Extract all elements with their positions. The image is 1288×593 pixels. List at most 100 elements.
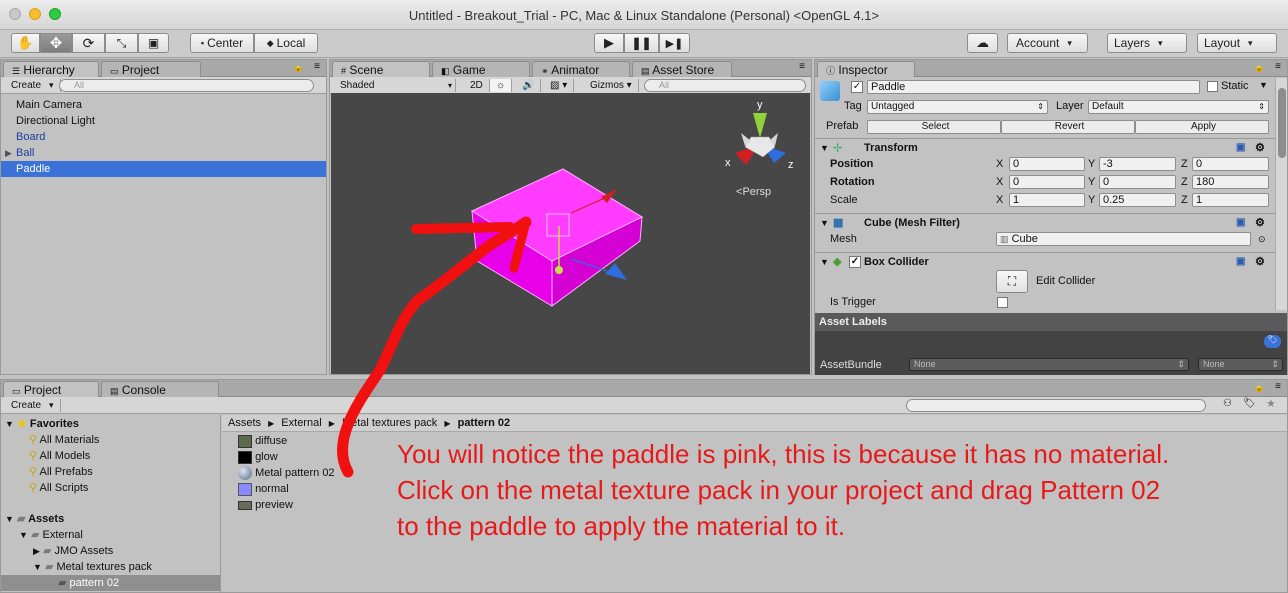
static-checkbox[interactable] [1207,81,1218,92]
mesh-filter-header[interactable]: ▼ ▦ Cube (Mesh Filter) ▣ ⚙ [815,213,1287,231]
lighting-toggle[interactable]: ☼ [490,79,513,92]
expand-arrow-icon[interactable]: ▶ [5,145,12,161]
hierarchy-item-directional-light[interactable]: Directional Light [1,113,326,129]
play-button[interactable]: ▶ [594,33,624,53]
tab-asset-store[interactable]: ▤ Asset Store [632,61,732,77]
position-x-field[interactable]: 0 [1009,157,1085,171]
prefab-apply-button[interactable]: Apply [1135,120,1269,134]
tab-game[interactable]: ◧ Game [432,61,530,77]
file-metal-pattern-02[interactable]: Metal pattern 02 [238,465,335,481]
gizmos-dropdown[interactable]: Gizmos ▾ [584,79,639,92]
tree-folder-metal-textures-pack[interactable]: ▼ ▰ Metal textures pack [33,559,152,575]
scene-search-input[interactable]: All [644,79,806,92]
panel-menu-icon[interactable]: ≡ [1275,381,1281,392]
step-button[interactable]: ▶❚ [659,33,690,53]
pause-button[interactable]: ❚❚ [624,33,659,53]
lock-icon[interactable]: 🔒 [1254,382,1265,393]
file-glow[interactable]: glow [238,449,278,465]
scale-tool-button[interactable]: ⤡ [105,33,138,53]
scene-canvas[interactable] [331,93,810,374]
breadcrumb-assets[interactable]: Assets [228,417,261,429]
favorite-all-scripts[interactable]: ⚲ All Scripts [29,480,88,496]
filter-type-icon[interactable]: ⚇ [1223,398,1232,409]
hand-tool-button[interactable]: ✋ [11,33,40,53]
favorite-all-prefabs[interactable]: ⚲ All Prefabs [29,464,93,480]
tag-icon[interactable]: 🏷 [1264,335,1281,348]
move-gizmo-center[interactable] [555,266,563,274]
shading-mode-dropdown[interactable]: Shaded ▾ [334,79,456,92]
hierarchy-item-main-camera[interactable]: Main Camera [1,97,326,113]
filter-label-icon[interactable]: 🏷 [1243,398,1256,409]
panel-menu-icon[interactable]: ≡ [1275,61,1281,72]
file-preview[interactable]: preview [238,497,293,513]
mesh-field[interactable]: ▥ Cube [996,232,1251,246]
tab-console[interactable]: ▤ Console [101,381,219,397]
hierarchy-create-dropdown[interactable]: Create [5,79,61,92]
rotation-z-field[interactable]: 180 [1192,175,1269,189]
box-collider-header[interactable]: ▼ ◈ ✓ Box Collider ▣ ⚙ [815,252,1287,270]
breadcrumb-pattern-02[interactable]: pattern 02 [458,417,511,429]
gizmo-y-cone[interactable] [753,113,767,138]
help-icon[interactable]: ▣ [1236,253,1245,271]
edit-collider-button[interactable]: ⛶ [996,270,1028,293]
scene-viewport[interactable]: y x z <Persp [331,93,810,374]
layers-dropdown[interactable]: Layers [1107,33,1187,53]
tab-inspector[interactable]: ⓘ Inspector [817,61,915,77]
cloud-button[interactable]: ☁ [967,33,998,53]
favorite-star-icon[interactable]: ★ [1266,397,1276,410]
assets-header[interactable]: ▼ ▰ Assets [5,511,64,527]
rotation-x-field[interactable]: 0 [1009,175,1085,189]
file-normal[interactable]: normal [238,481,289,497]
breadcrumb-external[interactable]: External [281,417,321,429]
layer-dropdown[interactable]: Default ⇕ [1088,100,1269,114]
hierarchy-item-paddle[interactable]: Paddle [1,161,326,177]
scale-z-field[interactable]: 1 [1192,193,1269,207]
hierarchy-item-ball[interactable]: ▶ Ball [1,145,326,161]
tab-animator[interactable]: ⚭ Animator [532,61,630,77]
pivot-local-button[interactable]: ◆ Local [254,33,318,53]
tree-folder-pattern-02[interactable]: ▰ pattern 02 [1,575,220,591]
persp-label[interactable]: <Persp [736,186,771,198]
project-search-input[interactable] [906,399,1206,412]
account-dropdown[interactable]: Account [1007,33,1088,53]
lock-icon[interactable]: 🔒 [1254,62,1265,73]
assetbundle-dropdown[interactable]: None ⇕ [909,358,1189,371]
favorites-header[interactable]: ▼ ★ Favorites [5,416,79,432]
tag-dropdown[interactable]: Untagged ⇕ [867,100,1048,114]
tab-project-top[interactable]: ▭ Project [101,61,201,77]
object-picker-icon[interactable]: ⊙ [1258,231,1266,247]
position-z-field[interactable]: 0 [1192,157,1269,171]
transform-header[interactable]: ▼ ⊹ Transform ▣ ⚙ [815,138,1287,156]
scale-x-field[interactable]: 1 [1009,193,1085,207]
breadcrumb-metal-textures-pack[interactable]: Metal textures pack [342,417,437,429]
object-name-field[interactable]: Paddle [867,80,1200,94]
rotation-y-field[interactable]: 0 [1099,175,1176,189]
gear-icon[interactable]: ⚙ [1255,139,1265,157]
assetbundle-variant-dropdown[interactable]: None ⇕ [1198,358,1283,371]
help-icon[interactable]: ▣ [1236,214,1245,232]
scrollbar-thumb[interactable] [1278,88,1286,158]
gear-icon[interactable]: ⚙ [1255,214,1265,232]
rect-tool-button[interactable]: ▣ [138,33,169,53]
move-gizmo-z-handle[interactable] [605,263,627,280]
scale-y-field[interactable]: 0.25 [1099,193,1176,207]
pivot-center-button[interactable]: ▪ Center [190,33,254,53]
position-y-field[interactable]: -3 [1099,157,1176,171]
tab-hierarchy[interactable]: ☰ Hierarchy [3,61,99,77]
hierarchy-search-input[interactable]: All [59,79,314,92]
mode-2d-toggle[interactable]: 2D [464,79,490,92]
file-diffuse[interactable]: diffuse [238,433,287,449]
lock-icon[interactable]: 🔒 [293,62,304,73]
favorite-all-materials[interactable]: ⚲ All Materials [29,432,99,448]
tree-folder-external[interactable]: ▼ ▰ External [19,527,83,543]
effects-dropdown[interactable]: ▨ ▾ [544,79,575,92]
is-trigger-checkbox[interactable] [997,297,1008,308]
panel-menu-icon[interactable]: ≡ [314,61,320,72]
panel-menu-icon[interactable]: ≡ [799,61,805,72]
inspector-scrollbar[interactable] [1275,78,1287,310]
layout-dropdown[interactable]: Layout [1197,33,1277,53]
tree-folder-jmo-assets[interactable]: ▶ ▰ JMO Assets [33,543,113,559]
move-tool-button[interactable]: ✥ [40,33,72,53]
prefab-revert-button[interactable]: Revert [1001,120,1135,134]
audio-toggle[interactable]: 🔊 [516,79,542,92]
